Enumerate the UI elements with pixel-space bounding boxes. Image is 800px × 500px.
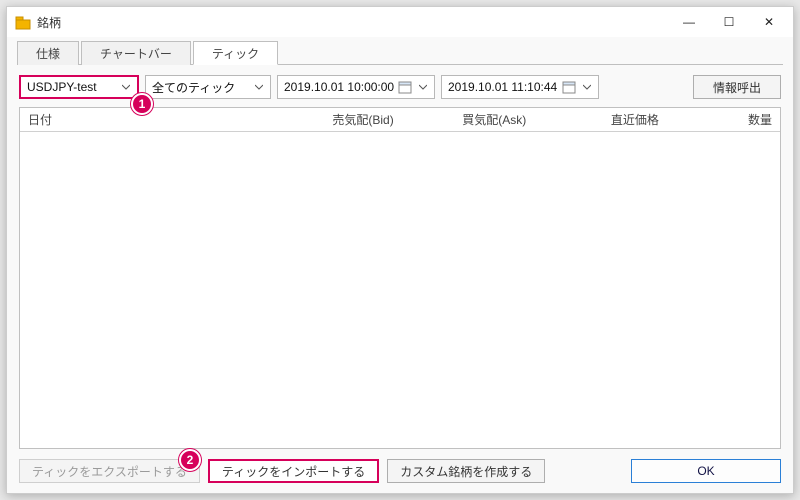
column-last[interactable]: 直近価格 [534,111,667,128]
titlebar: 銘柄 — ☐ ✕ [7,7,793,37]
callout-badge-2: 2 [179,449,201,471]
chevron-down-icon [580,83,594,91]
create-custom-symbol-button[interactable]: カスタム銘柄を作成する [387,459,545,483]
filter-row: USDJPY-test 全てのティック 2019.10.01 10:00:00 [17,65,783,105]
symbol-combo[interactable]: USDJPY-test [19,75,139,99]
date-from-value: 2019.10.01 10:00:00 [284,80,394,94]
column-bid[interactable]: 売気配(Bid) [269,111,402,128]
chevron-down-icon [252,83,266,91]
export-ticks-button: ティックをエクスポートする [19,459,200,483]
symbols-window: 銘柄 — ☐ ✕ 仕様 チャートバー ティック USDJPY-test [6,6,794,494]
close-button[interactable]: ✕ [749,8,789,36]
request-button[interactable]: 情報呼出 [693,75,781,99]
chevron-down-icon [416,83,430,91]
import-ticks-button[interactable]: ティックをインポートする [208,459,379,483]
calendar-icon [559,80,579,94]
tab-spec[interactable]: 仕様 [17,41,79,65]
client-area: 仕様 チャートバー ティック USDJPY-test 全てのティック [7,37,793,493]
tick-type-combo[interactable]: 全てのティック [145,75,271,99]
bottom-bar: ティックをエクスポートする ティックをインポートする カスタム銘柄を作成する O… [17,453,783,485]
ok-button[interactable]: OK [631,459,781,483]
app-icon [15,14,31,30]
calendar-icon [395,80,415,94]
tick-type-value: 全てのティック [152,79,235,96]
maximize-button[interactable]: ☐ [709,8,749,36]
grid-body [20,132,780,448]
chevron-down-icon [119,83,133,91]
column-vol[interactable]: 数量 [667,111,780,128]
date-to-value: 2019.10.01 11:10:44 [448,80,557,94]
date-to-picker[interactable]: 2019.10.01 11:10:44 [441,75,599,99]
window-buttons: — ☐ ✕ [669,8,789,36]
tab-tick[interactable]: ティック [193,41,278,65]
column-ask[interactable]: 買気配(Ask) [402,111,535,128]
symbol-value: USDJPY-test [27,80,97,94]
callout-badge-1: 1 [131,93,153,115]
window-title: 銘柄 [37,14,669,31]
tick-grid: 日付 売気配(Bid) 買気配(Ask) 直近価格 数量 [19,107,781,449]
minimize-button[interactable]: — [669,8,709,36]
tab-strip: 仕様 チャートバー ティック [17,41,783,65]
date-from-picker[interactable]: 2019.10.01 10:00:00 [277,75,435,99]
tab-chartbar[interactable]: チャートバー [81,41,191,65]
